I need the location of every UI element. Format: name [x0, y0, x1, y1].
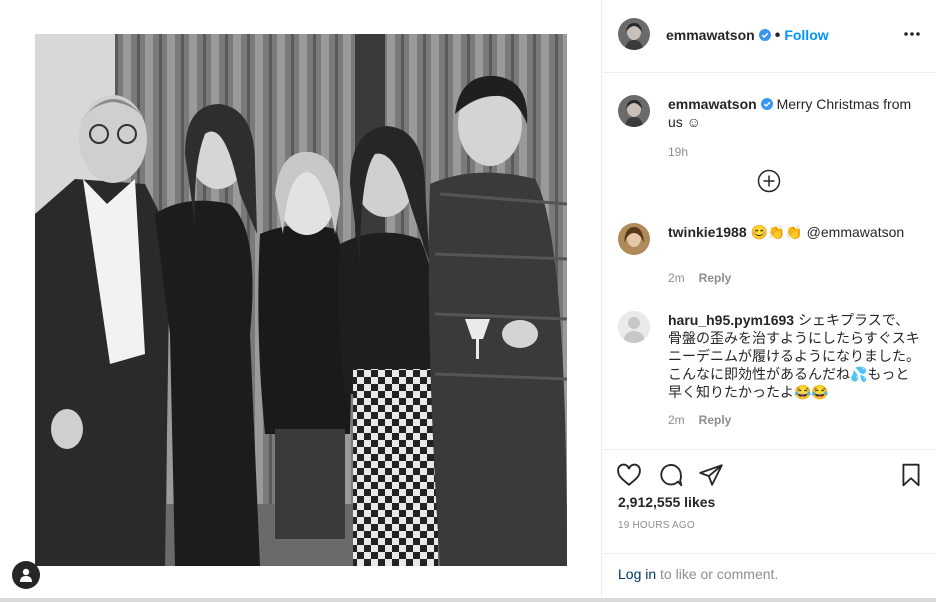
paper-plane-icon[interactable] [698, 462, 724, 488]
post-header: emmawatson • Follow [602, 0, 936, 73]
comment-item: haru_h95.pym1693 シェキプラスで、骨盤の歪みを治すようにしたらす… [618, 311, 923, 431]
author-avatar[interactable] [618, 18, 650, 50]
verified-badge-icon [760, 96, 773, 110]
photo-pane [0, 0, 601, 602]
bookmark-icon[interactable] [898, 462, 924, 488]
more-options-icon[interactable] [902, 24, 922, 44]
commenter-avatar[interactable] [618, 311, 650, 343]
header-author-line: emmawatson • Follow [666, 27, 829, 45]
comment-text-block: twinkie1988 😊👏👏 @emmawatson [668, 223, 923, 241]
verified-badge-icon [758, 28, 771, 41]
comment-item: twinkie1988 😊👏👏 @emmawatson 2m Reply [618, 223, 923, 293]
plus-circle-icon[interactable] [757, 169, 781, 193]
login-prompt-rest: to like or comment. [656, 566, 779, 582]
comments-list: emmawatson Merry Christmas from us ☺ 19h… [602, 73, 936, 449]
caption-text-block: emmawatson Merry Christmas from us ☺ [668, 95, 923, 131]
follow-button[interactable]: Follow [784, 27, 828, 43]
post-photo[interactable] [35, 34, 567, 566]
user-tag-icon[interactable] [12, 561, 40, 589]
comment-username[interactable]: twinkie1988 [668, 224, 747, 240]
author-username[interactable]: emmawatson [666, 27, 755, 43]
bottom-border [0, 598, 936, 602]
comment-username[interactable]: haru_h95.pym1693 [668, 312, 794, 328]
separator-dot: • [774, 27, 781, 44]
comment-text: 😊👏👏 @emmawatson [750, 224, 905, 240]
comment-bubble-icon[interactable] [658, 462, 684, 488]
login-link[interactable]: Log in [618, 566, 656, 582]
heart-icon[interactable] [616, 462, 642, 488]
commenter-avatar[interactable] [618, 223, 650, 255]
login-prompt-text: Log in to like or comment. [618, 566, 778, 582]
reply-button[interactable]: Reply [699, 413, 732, 427]
post-photo-image [35, 34, 567, 566]
caption-age: 19h [668, 145, 689, 159]
login-prompt: Log in to like or comment. [602, 553, 936, 603]
post-timestamp: 19 HOURS AGO [618, 520, 695, 531]
comment-age: 2m [668, 271, 685, 285]
reply-button[interactable]: Reply [699, 271, 732, 285]
likes-count[interactable]: 2,912,555 likes [618, 494, 715, 510]
post-sidebar: emmawatson • Follow emmawatson Merry Chris… [602, 0, 936, 602]
comment-age: 2m [668, 413, 685, 427]
comment-meta: 2m Reply [668, 271, 731, 285]
caption-username[interactable]: emmawatson [668, 96, 757, 112]
caption-avatar[interactable] [618, 95, 650, 127]
comment-text-block: haru_h95.pym1693 シェキプラスで、骨盤の歪みを治すようにしたらす… [668, 311, 923, 401]
caption: emmawatson Merry Christmas from us ☺ 19h [618, 95, 923, 175]
actions-bar: 2,912,555 likes 19 HOURS AGO [602, 449, 936, 554]
comment-meta: 2m Reply [668, 413, 731, 427]
